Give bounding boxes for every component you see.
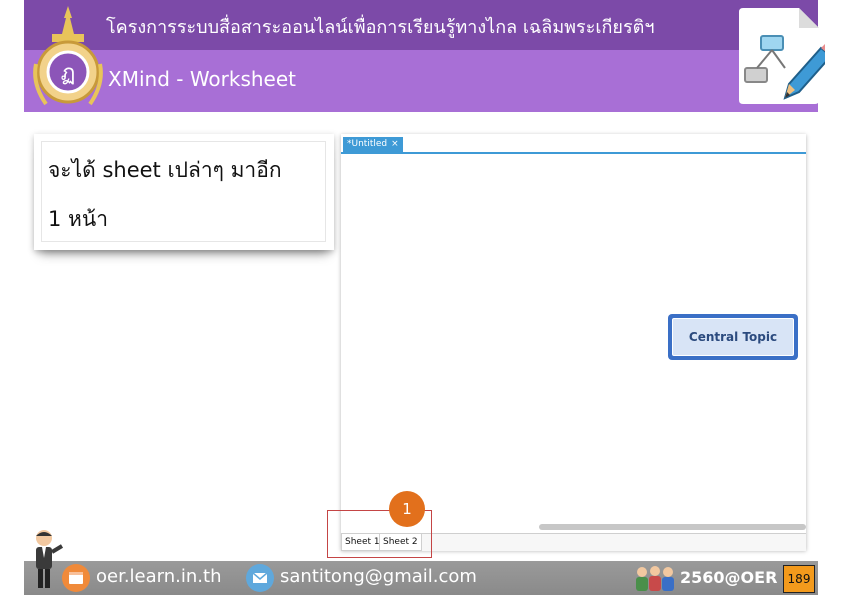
callout-frame: จะได้ sheet เปล่าๆ มาอีก 1 หน้า bbox=[41, 141, 326, 242]
close-icon[interactable]: × bbox=[391, 139, 399, 149]
email-link[interactable]: santitong@gmail.com bbox=[280, 566, 477, 587]
students-icon bbox=[636, 566, 674, 591]
instruction-text: จะได้ sheet เปล่าๆ มาอีก 1 หน้า bbox=[48, 146, 328, 244]
header-banner: ฏ โครงการระบบสื่อสาระออนไลน์เพื่อการเรีย… bbox=[24, 0, 825, 112]
instruction-line-1: จะได้ sheet เปล่าๆ มาอีก bbox=[48, 158, 282, 182]
program-label: 2560@OER bbox=[680, 568, 778, 587]
browser-icon bbox=[62, 564, 90, 592]
page-number: 189 bbox=[783, 565, 815, 593]
xmind-window: *Untitled × Central Topic Sheet 1 Sheet 2 bbox=[341, 134, 806, 551]
website-link[interactable]: oer.learn.in.th bbox=[96, 566, 221, 587]
step-badge: 1 bbox=[389, 491, 425, 527]
emblem-icon: ฏ bbox=[33, 6, 103, 106]
mindmap-document-icon bbox=[739, 8, 825, 104]
horizontal-scrollbar[interactable] bbox=[539, 524, 806, 530]
teacher-mascot-icon bbox=[36, 530, 64, 588]
page-title: XMind - Worksheet bbox=[108, 67, 297, 91]
instruction-callout: จะได้ sheet เปล่าๆ มาอีก 1 หน้า bbox=[34, 134, 334, 250]
svg-text:ฏ: ฏ bbox=[61, 61, 76, 86]
instruction-line-2: 1 หน้า bbox=[48, 207, 109, 231]
header-title: โครงการระบบสื่อสาระออนไลน์เพื่อการเรียนร… bbox=[106, 17, 655, 38]
central-topic-node[interactable]: Central Topic bbox=[668, 314, 798, 360]
central-topic-label: Central Topic bbox=[672, 318, 794, 356]
editor-tab-label: *Untitled bbox=[347, 139, 388, 149]
editor-tab-bar: *Untitled × bbox=[341, 134, 806, 154]
mail-icon bbox=[246, 564, 274, 592]
editor-tab-untitled[interactable]: *Untitled × bbox=[343, 137, 403, 152]
footer-bar: oer.learn.in.th santitong@gmail.com 2560… bbox=[24, 561, 818, 595]
